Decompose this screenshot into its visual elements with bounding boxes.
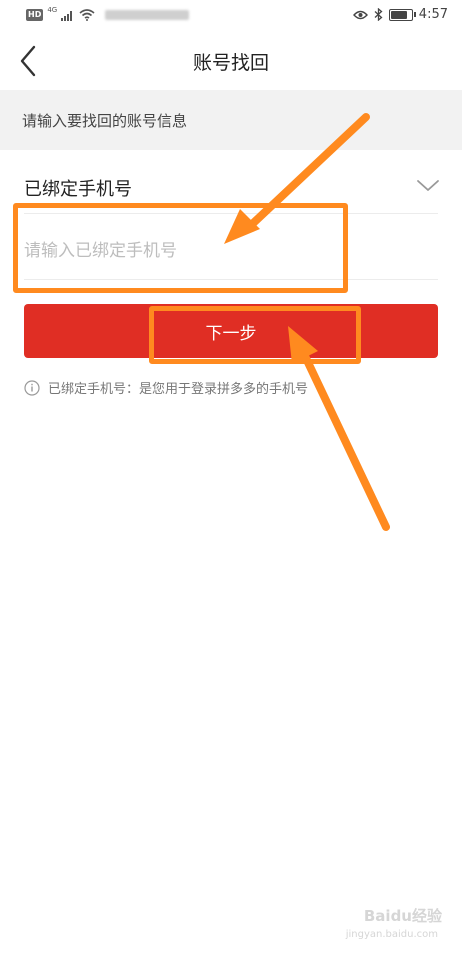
section-header-text: 请输入要找回的账号信息	[22, 112, 188, 130]
watermark: Baidu经验	[363, 907, 442, 925]
hint-text: 已绑定手机号：是您用于登录拼多多的手机号	[48, 382, 309, 397]
status-left: HD 4G	[26, 6, 190, 21]
status-right: 4:57	[352, 7, 448, 22]
blurred-carrier	[105, 10, 190, 20]
hd-badge: HD	[26, 9, 44, 21]
wifi-icon	[79, 9, 95, 21]
battery-icon	[388, 8, 416, 21]
watermark-sub: jingyan.baidu.com	[345, 929, 438, 940]
hint-row: 已绑定手机号：是您用于登录拼多多的手机号	[24, 378, 308, 397]
signal-icon	[61, 10, 73, 21]
battery-fill	[390, 10, 408, 19]
status-time: 4:57	[418, 7, 448, 22]
annotation-box-button	[149, 306, 361, 364]
section-header: 请输入要找回的账号信息	[0, 90, 462, 150]
annotation-box-input	[13, 203, 348, 293]
phone-type-label: 已绑定手机号	[24, 179, 132, 200]
status-bar: HD 4G 4:57	[0, 0, 462, 32]
chevron-down-icon[interactable]	[416, 178, 440, 194]
info-icon	[24, 379, 40, 396]
nav-bar: 账号找回	[0, 32, 462, 91]
bluetooth-icon	[374, 8, 383, 21]
network-type: 4G	[47, 6, 58, 14]
eye-icon	[352, 10, 368, 19]
page-title: 账号找回	[192, 52, 269, 74]
